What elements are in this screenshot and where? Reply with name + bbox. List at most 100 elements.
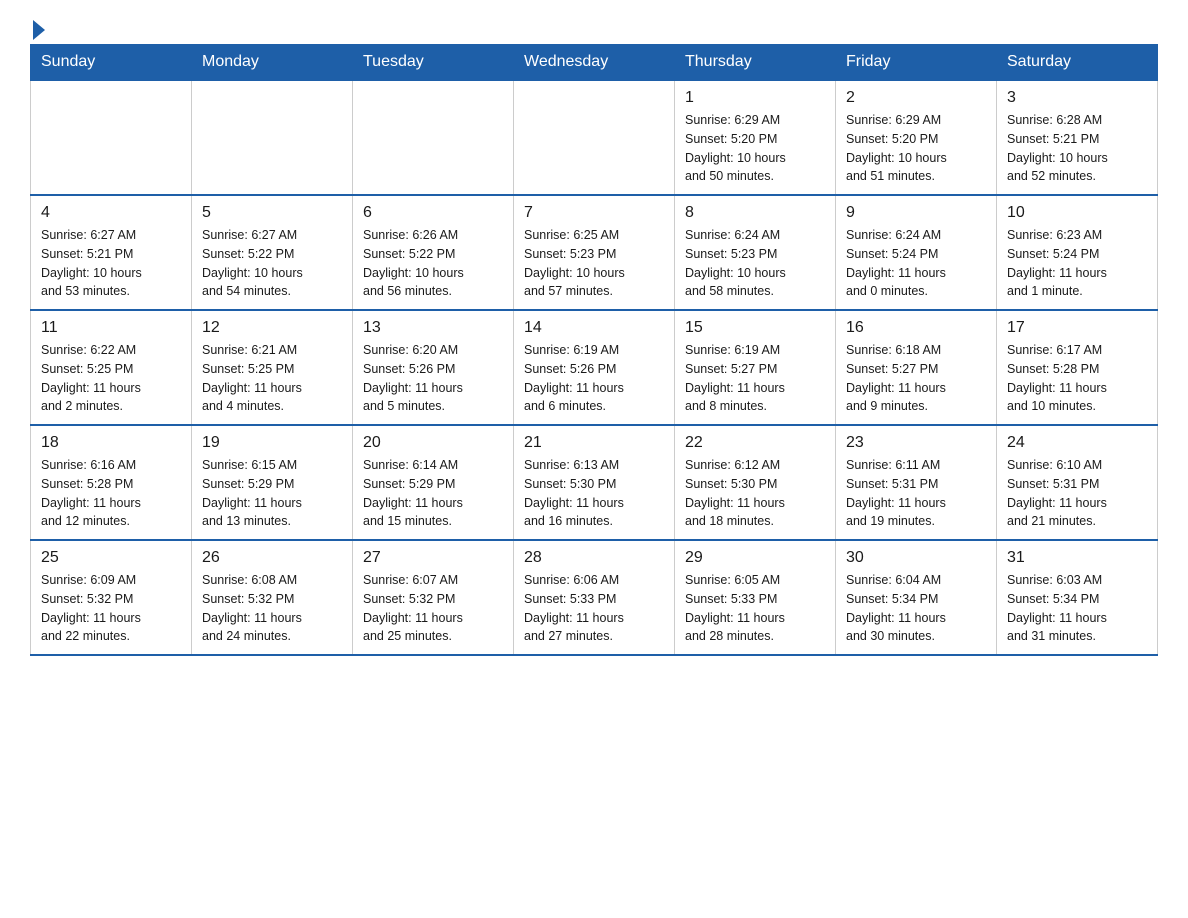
- day-number: 3: [1007, 89, 1147, 107]
- day-number: 16: [846, 319, 986, 337]
- calendar-cell: 11 Sunrise: 6:22 AM Sunset: 5:25 PM Dayli…: [31, 310, 192, 425]
- week-row-5: 25Sunrise: 6:09 AM Sunset: 5:32 PM Dayli…: [31, 540, 1158, 655]
- day-number: 5: [202, 204, 342, 222]
- day-number: 9: [846, 204, 986, 222]
- day-info: Sunrise: 6:27 AM Sunset: 5:21 PM Dayligh…: [41, 226, 181, 301]
- day-info: Sunrise: 6:26 AM Sunset: 5:22 PM Dayligh…: [363, 226, 503, 301]
- day-number: 15: [685, 319, 825, 337]
- calendar-cell: 21 Sunrise: 6:13 AM Sunset: 5:30 PM Dayli…: [514, 425, 675, 540]
- calendar-cell: [353, 80, 514, 195]
- week-row-3: 11 Sunrise: 6:22 AM Sunset: 5:25 PM Dayli…: [31, 310, 1158, 425]
- calendar-cell: 31 Sunrise: 6:03 AM Sunset: 5:34 PM Dayli…: [997, 540, 1158, 655]
- calendar-cell: 2 Sunrise: 6:29 AM Sunset: 5:20 PM Daylig…: [836, 80, 997, 195]
- day-number: 7: [524, 204, 664, 222]
- day-number: 2: [846, 89, 986, 107]
- day-info: Sunrise: 6:10 AM Sunset: 5:31 PM Dayligh…: [1007, 456, 1147, 531]
- day-info: Sunrise: 6:23 AM Sunset: 5:24 PM Dayligh…: [1007, 226, 1147, 301]
- calendar-cell: 5 Sunrise: 6:27 AM Sunset: 5:22 PM Daylig…: [192, 195, 353, 310]
- calendar-cell: 10 Sunrise: 6:23 AM Sunset: 5:24 PM Dayli…: [997, 195, 1158, 310]
- calendar-cell: 14 Sunrise: 6:19 AM Sunset: 5:26 PM Dayli…: [514, 310, 675, 425]
- week-row-2: 4Sunrise: 6:27 AM Sunset: 5:21 PM Daylig…: [31, 195, 1158, 310]
- calendar-cell: 9 Sunrise: 6:24 AM Sunset: 5:24 PM Daylig…: [836, 195, 997, 310]
- column-header-sunday: Sunday: [31, 45, 192, 81]
- calendar-cell: 30 Sunrise: 6:04 AM Sunset: 5:34 PM Dayli…: [836, 540, 997, 655]
- logo: [30, 20, 47, 34]
- calendar-cell: 29 Sunrise: 6:05 AM Sunset: 5:33 PM Dayli…: [675, 540, 836, 655]
- day-number: 17: [1007, 319, 1147, 337]
- day-number: 13: [363, 319, 503, 337]
- calendar-cell: 26 Sunrise: 6:08 AM Sunset: 5:32 PM Dayli…: [192, 540, 353, 655]
- calendar-cell: 20 Sunrise: 6:14 AM Sunset: 5:29 PM Dayli…: [353, 425, 514, 540]
- day-number: 24: [1007, 434, 1147, 452]
- day-info: Sunrise: 6:29 AM Sunset: 5:20 PM Dayligh…: [846, 111, 986, 186]
- calendar-cell: 28 Sunrise: 6:06 AM Sunset: 5:33 PM Dayli…: [514, 540, 675, 655]
- calendar-cell: 13 Sunrise: 6:20 AM Sunset: 5:26 PM Dayli…: [353, 310, 514, 425]
- day-number: 10: [1007, 204, 1147, 222]
- day-info: Sunrise: 6:04 AM Sunset: 5:34 PM Dayligh…: [846, 571, 986, 646]
- day-number: 11: [41, 319, 181, 337]
- day-number: 21: [524, 434, 664, 452]
- day-info: Sunrise: 6:13 AM Sunset: 5:30 PM Dayligh…: [524, 456, 664, 531]
- day-info: Sunrise: 6:24 AM Sunset: 5:24 PM Dayligh…: [846, 226, 986, 301]
- day-number: 22: [685, 434, 825, 452]
- calendar-cell: 17 Sunrise: 6:17 AM Sunset: 5:28 PM Dayli…: [997, 310, 1158, 425]
- day-number: 27: [363, 549, 503, 567]
- day-number: 26: [202, 549, 342, 567]
- week-row-1: 1 Sunrise: 6:29 AM Sunset: 5:20 PM Daylig…: [31, 80, 1158, 195]
- day-info: Sunrise: 6:08 AM Sunset: 5:32 PM Dayligh…: [202, 571, 342, 646]
- day-number: 31: [1007, 549, 1147, 567]
- day-number: 25: [41, 549, 181, 567]
- logo-general: [30, 20, 47, 40]
- day-info: Sunrise: 6:14 AM Sunset: 5:29 PM Dayligh…: [363, 456, 503, 531]
- calendar-cell: 7Sunrise: 6:25 AM Sunset: 5:23 PM Daylig…: [514, 195, 675, 310]
- day-number: 12: [202, 319, 342, 337]
- day-number: 20: [363, 434, 503, 452]
- day-info: Sunrise: 6:16 AM Sunset: 5:28 PM Dayligh…: [41, 456, 181, 531]
- day-info: Sunrise: 6:27 AM Sunset: 5:22 PM Dayligh…: [202, 226, 342, 301]
- column-header-tuesday: Tuesday: [353, 45, 514, 81]
- calendar-cell: 25Sunrise: 6:09 AM Sunset: 5:32 PM Dayli…: [31, 540, 192, 655]
- day-info: Sunrise: 6:20 AM Sunset: 5:26 PM Dayligh…: [363, 341, 503, 416]
- day-number: 14: [524, 319, 664, 337]
- calendar-cell: 27 Sunrise: 6:07 AM Sunset: 5:32 PM Dayli…: [353, 540, 514, 655]
- day-number: 19: [202, 434, 342, 452]
- column-header-saturday: Saturday: [997, 45, 1158, 81]
- day-info: Sunrise: 6:22 AM Sunset: 5:25 PM Dayligh…: [41, 341, 181, 416]
- calendar-cell: 12Sunrise: 6:21 AM Sunset: 5:25 PM Dayli…: [192, 310, 353, 425]
- column-header-friday: Friday: [836, 45, 997, 81]
- calendar-cell: 8 Sunrise: 6:24 AM Sunset: 5:23 PM Daylig…: [675, 195, 836, 310]
- day-number: 18: [41, 434, 181, 452]
- day-number: 28: [524, 549, 664, 567]
- page-header: [30, 20, 1158, 34]
- calendar-cell: 18 Sunrise: 6:16 AM Sunset: 5:28 PM Dayli…: [31, 425, 192, 540]
- day-info: Sunrise: 6:03 AM Sunset: 5:34 PM Dayligh…: [1007, 571, 1147, 646]
- logo-arrow-icon: [33, 20, 45, 40]
- day-number: 1: [685, 89, 825, 107]
- day-number: 29: [685, 549, 825, 567]
- calendar-cell: 22 Sunrise: 6:12 AM Sunset: 5:30 PM Dayli…: [675, 425, 836, 540]
- calendar-cell: [192, 80, 353, 195]
- day-info: Sunrise: 6:05 AM Sunset: 5:33 PM Dayligh…: [685, 571, 825, 646]
- week-row-4: 18 Sunrise: 6:16 AM Sunset: 5:28 PM Dayli…: [31, 425, 1158, 540]
- day-number: 8: [685, 204, 825, 222]
- calendar-cell: 15Sunrise: 6:19 AM Sunset: 5:27 PM Dayli…: [675, 310, 836, 425]
- calendar-cell: 1 Sunrise: 6:29 AM Sunset: 5:20 PM Daylig…: [675, 80, 836, 195]
- day-info: Sunrise: 6:07 AM Sunset: 5:32 PM Dayligh…: [363, 571, 503, 646]
- day-info: Sunrise: 6:12 AM Sunset: 5:30 PM Dayligh…: [685, 456, 825, 531]
- day-info: Sunrise: 6:06 AM Sunset: 5:33 PM Dayligh…: [524, 571, 664, 646]
- day-number: 23: [846, 434, 986, 452]
- calendar-cell: 19Sunrise: 6:15 AM Sunset: 5:29 PM Dayli…: [192, 425, 353, 540]
- day-number: 30: [846, 549, 986, 567]
- day-info: Sunrise: 6:17 AM Sunset: 5:28 PM Dayligh…: [1007, 341, 1147, 416]
- calendar-cell: 6Sunrise: 6:26 AM Sunset: 5:22 PM Daylig…: [353, 195, 514, 310]
- day-info: Sunrise: 6:19 AM Sunset: 5:26 PM Dayligh…: [524, 341, 664, 416]
- day-info: Sunrise: 6:24 AM Sunset: 5:23 PM Dayligh…: [685, 226, 825, 301]
- calendar-cell: 4Sunrise: 6:27 AM Sunset: 5:21 PM Daylig…: [31, 195, 192, 310]
- calendar-cell: 23Sunrise: 6:11 AM Sunset: 5:31 PM Dayli…: [836, 425, 997, 540]
- calendar-cell: [31, 80, 192, 195]
- calendar-table: SundayMondayTuesdayWednesdayThursdayFrid…: [30, 44, 1158, 656]
- calendar-cell: 24 Sunrise: 6:10 AM Sunset: 5:31 PM Dayli…: [997, 425, 1158, 540]
- calendar-cell: 16Sunrise: 6:18 AM Sunset: 5:27 PM Dayli…: [836, 310, 997, 425]
- day-info: Sunrise: 6:29 AM Sunset: 5:20 PM Dayligh…: [685, 111, 825, 186]
- calendar-cell: 3Sunrise: 6:28 AM Sunset: 5:21 PM Daylig…: [997, 80, 1158, 195]
